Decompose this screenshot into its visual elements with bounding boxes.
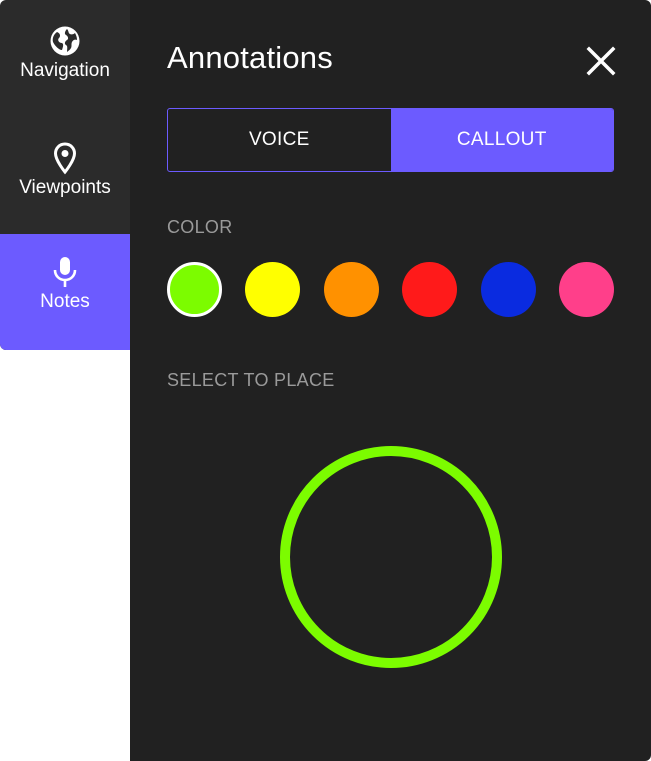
color-swatch-green[interactable]	[167, 262, 222, 317]
annotations-app: Navigation Viewpoints Notes Annotations …	[0, 0, 651, 761]
color-swatch-red[interactable]	[402, 262, 458, 317]
color-swatch-orange[interactable]	[323, 262, 379, 317]
sidebar: Navigation Viewpoints Notes	[0, 0, 130, 350]
sidebar-item-notes[interactable]: Notes	[0, 234, 130, 350]
color-swatch-pink[interactable]	[558, 262, 614, 317]
location-pin-icon	[53, 142, 77, 175]
sidebar-item-label: Viewpoints	[19, 177, 111, 198]
globe-icon	[50, 26, 80, 56]
tab-callout[interactable]: CALLOUT	[390, 109, 613, 171]
sidebar-item-label: Navigation	[20, 60, 110, 81]
color-swatch-yellow[interactable]	[245, 262, 301, 317]
close-icon[interactable]	[584, 44, 618, 78]
panel-title: Annotations	[167, 40, 333, 75]
annotation-type-toggle: VOICE CALLOUT	[167, 108, 614, 172]
sidebar-item-viewpoints[interactable]: Viewpoints	[0, 141, 130, 234]
annotations-panel: Annotations VOICE CALLOUT COLOR SELECT T…	[130, 0, 651, 761]
color-section-label: COLOR	[167, 217, 233, 237]
sidebar-item-navigation[interactable]: Navigation	[0, 24, 130, 118]
place-section-label: SELECT TO PLACE	[167, 370, 335, 390]
callout-circle-placeholder[interactable]	[279, 445, 503, 669]
sidebar-item-label: Notes	[40, 291, 90, 312]
tab-voice[interactable]: VOICE	[168, 109, 391, 171]
color-swatch-blue[interactable]	[480, 262, 536, 317]
color-swatches	[167, 262, 614, 317]
microphone-icon	[53, 257, 77, 287]
